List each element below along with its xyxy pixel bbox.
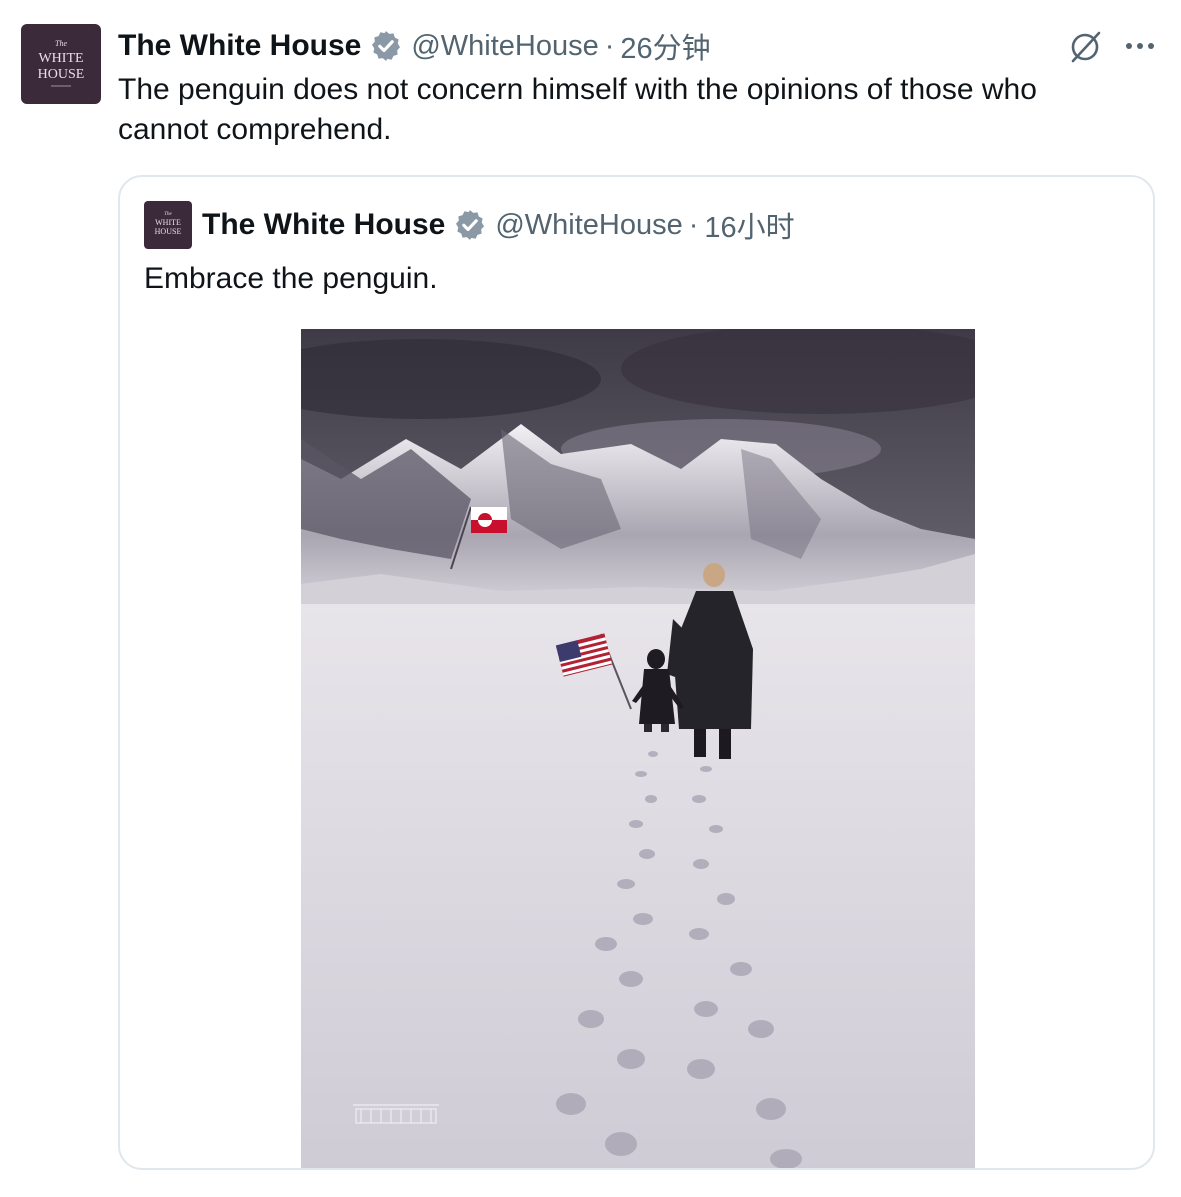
separator-dot: · — [604, 29, 615, 62]
quoted-tweet[interactable]: The WHITE HOUSE The White House @WhiteHo… — [118, 175, 1155, 1170]
white-house-logo-icon: The WHITE HOUSE — [144, 201, 192, 249]
svg-text:WHITE: WHITE — [155, 218, 181, 227]
quoted-header: The White House @WhiteHouse · 16小时 — [202, 201, 795, 249]
svg-text:The: The — [55, 39, 67, 48]
more-icon[interactable] — [1124, 40, 1156, 52]
verified-badge-icon — [456, 210, 485, 240]
tweet-header: The White House @WhiteHouse · 26分钟 — [118, 22, 711, 70]
quoted-author-handle[interactable]: @WhiteHouse — [495, 209, 682, 242]
grok-icon[interactable] — [1066, 28, 1104, 66]
verified-badge-icon — [372, 31, 401, 61]
quoted-tweet-text: Embrace the penguin. — [144, 262, 438, 295]
quoted-avatar[interactable]: The WHITE HOUSE — [144, 201, 192, 249]
separator-dot: · — [688, 208, 699, 241]
avatar[interactable]: The WHITE HOUSE — [21, 24, 101, 104]
tweet-text: The penguin does not concern himself wit… — [118, 73, 1037, 146]
author-handle[interactable]: @WhiteHouse — [411, 30, 598, 63]
svg-text:HOUSE: HOUSE — [38, 67, 85, 82]
svg-text:The: The — [164, 212, 172, 217]
quoted-author-name[interactable]: The White House — [202, 208, 445, 242]
tweet-image[interactable] — [301, 329, 975, 1170]
tweet-card[interactable]: The WHITE HOUSE The White House @WhiteHo… — [0, 0, 1181, 1197]
svg-text:HOUSE: HOUSE — [155, 227, 182, 236]
author-name[interactable]: The White House — [118, 29, 361, 63]
svg-text:WHITE: WHITE — [38, 51, 83, 66]
tweet-timestamp[interactable]: 26分钟 — [620, 25, 710, 67]
quoted-timestamp[interactable]: 16小时 — [704, 204, 794, 246]
white-house-logo-icon: The WHITE HOUSE — [21, 24, 101, 104]
